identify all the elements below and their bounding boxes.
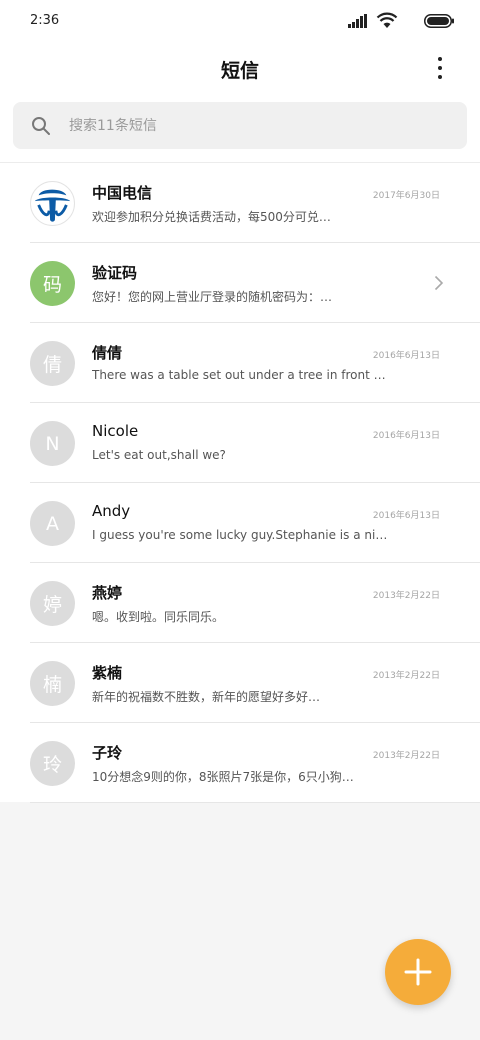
more-options-button[interactable] [426,54,454,82]
avatar-text: A [46,512,59,535]
page-title: 短信 [220,60,259,82]
contact-name: 验证码 [92,264,138,282]
new-message-button[interactable] [385,939,451,1005]
avatar: 玲 [30,741,75,786]
message-preview: 10分想念9则的你，8张照片7张是你，6只小狗… [92,770,354,784]
contact-name: Andy [92,502,131,520]
avatar: A [30,501,75,546]
wifi-icon [376,12,398,28]
avatar-text: 玲 [42,754,62,776]
battery-icon [424,14,454,28]
message-date: 2013年2月22日 [372,591,440,601]
plus-icon [404,958,432,986]
search-input[interactable] [69,102,449,149]
search-box[interactable] [13,102,467,149]
signal-icon [348,14,367,28]
contact-name: 倩倩 [92,344,123,362]
chevron-right-icon [434,275,444,291]
status-time: 2:36 [30,13,60,28]
messages-app: 2:36 短信 搜索11条短信 中国电信 2017年6月30日 欢迎参加积分兑换… [0,0,480,1040]
more-vertical-icon-dot [438,75,442,79]
contact-name: Nicole [92,422,139,440]
avatar: 婷 [30,581,75,626]
avatar-text: 婷 [42,594,62,616]
message-date: 2016年6月13日 [372,351,440,361]
message-preview: Let's eat out,shall we? [92,448,226,462]
avatar-text: 码 [42,274,62,296]
message-date: 2013年2月22日 [372,671,440,681]
conversation-item[interactable]: 倩 倩倩 2016年6月13日 There was a table set ou… [0,323,480,403]
avatar: 倩 [30,341,75,386]
message-date: 2017年6月30日 [372,191,440,201]
china-telecom-logo-avatar [30,181,75,226]
message-date: 2016年6月13日 [372,511,440,521]
china-telecom-logo-icon [34,189,71,222]
app-header: 短信 [0,42,480,94]
conversation-item[interactable]: 楠 紫楠 2013年2月22日 新年的祝福数不胜数，新年的愿望好多好… [0,643,480,723]
conversation-item[interactable]: A Andy 2016年6月13日 I guess you're some lu… [0,483,480,563]
contact-name: 子玲 [92,744,123,762]
message-preview: 欢迎参加积分兑换话费活动，每500分可兑… [92,210,331,224]
contact-name: 中国电信 [92,184,153,202]
status-icons [344,12,454,30]
more-vertical-icon [438,57,442,61]
conversation-item[interactable]: 码 验证码 您好！您的网上营业厅登录的随机密码为：… [0,243,480,323]
message-preview: I guess you're some lucky guy.Stephanie … [92,528,392,542]
conversation-item[interactable]: N Nicole 2016年6月13日 Let's eat out,shall … [0,403,480,483]
more-vertical-icon-dot [438,66,442,70]
message-preview: 新年的祝福数不胜数，新年的愿望好多好… [92,690,321,704]
avatar-text: 倩 [42,354,62,376]
message-preview: 嗯。收到啦。同乐同乐。 [92,610,225,624]
avatar: N [30,421,75,466]
avatar: 码 [30,261,75,306]
message-list: 中国电信 2017年6月30日 欢迎参加积分兑换话费活动，每500分可兑… 码 … [0,162,480,803]
contact-name: 燕婷 [92,584,123,602]
message-preview: There was a table set out under a tree i… [92,368,392,382]
status-bar: 2:36 [0,0,480,42]
search-bar [0,94,480,162]
avatar: 楠 [30,661,75,706]
message-preview: 您好！您的网上营业厅登录的随机密码为：… [92,290,333,304]
conversation-item[interactable]: 玲 子玲 2013年2月22日 10分想念9则的你，8张照片7张是你，6只小狗… [0,723,480,803]
avatar-text: N [45,432,60,455]
contact-name: 紫楠 [92,664,123,682]
conversation-item[interactable]: 婷 燕婷 2013年2月22日 嗯。收到啦。同乐同乐。 [0,563,480,643]
conversation-item[interactable]: 中国电信 2017年6月30日 欢迎参加积分兑换话费活动，每500分可兑… [0,163,480,243]
avatar-text: 楠 [42,674,62,696]
search-icon [32,117,50,135]
message-date: 2016年6月13日 [372,431,440,441]
message-date: 2013年2月22日 [372,751,440,761]
